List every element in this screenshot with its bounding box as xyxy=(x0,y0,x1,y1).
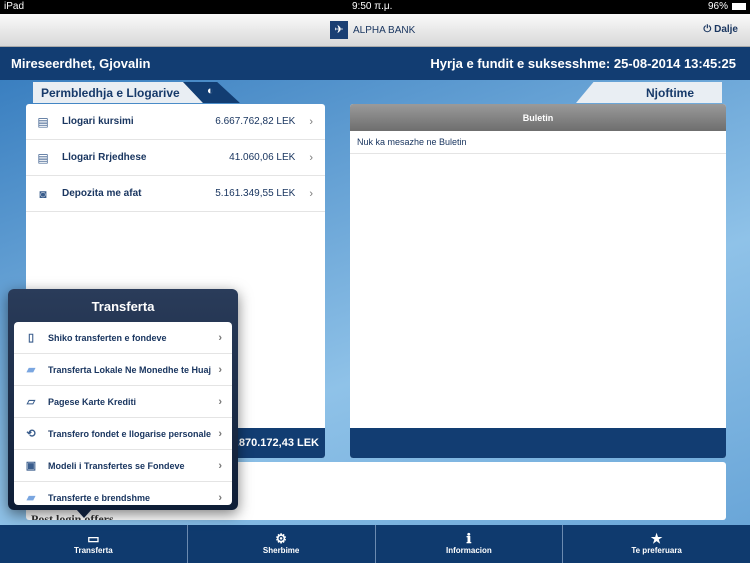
folder-icon: ▰ xyxy=(26,364,36,376)
chevron-right-icon: › xyxy=(309,187,313,200)
power-icon: ⏻ xyxy=(703,24,715,35)
account-row[interactable]: ◙ Depozita me afat 5.161.349,55 LEK › xyxy=(26,176,325,212)
menu-item-label: Pagese Karte Krediti xyxy=(48,396,137,407)
bank-logo: ✈ ALPHA BANK xyxy=(330,21,415,39)
tab-label: Te preferuara xyxy=(631,546,682,555)
offers-title: Post login offers xyxy=(31,512,114,520)
tab-favorites[interactable]: ★ Te preferuara xyxy=(563,525,750,563)
exchange-icon: ⟲ xyxy=(26,428,36,440)
bank-name: ALPHA BANK xyxy=(353,24,416,36)
transfer-icon: ▭ xyxy=(87,531,100,546)
menu-item-label: Transferta Lokale Ne Monedhe te Huaj xyxy=(48,364,212,375)
account-row[interactable]: ▤ Llogari kursimi 6.667.762,82 LEK › xyxy=(26,104,325,140)
transfers-popover: Transferta ▯ Shiko transferten e fondeve ›… xyxy=(8,289,238,510)
gear-icon: ⚙ xyxy=(275,531,287,546)
logout-button[interactable]: ⏻ Dalje xyxy=(703,24,738,35)
account-row[interactable]: ▤ Llogari Rrjedhese 41.060,06 LEK › xyxy=(26,140,325,176)
menu-item[interactable]: ▰ Transferta Lokale Ne Monedhe te Huaj › xyxy=(14,354,232,386)
bulletin-empty: Nuk ka mesazhe ne Buletin xyxy=(350,131,726,154)
folder-icon: ▰ xyxy=(26,492,36,504)
chevron-right-icon: › xyxy=(309,151,313,164)
popover-title: Transferta xyxy=(91,299,155,314)
welcome-bar: Mireseerdhet, Gjovalin Hyrja e fundit e … xyxy=(0,47,750,80)
menu-item[interactable]: ▱ Pagese Karte Krediti › xyxy=(14,386,232,418)
tab-notices[interactable]: Njoftime xyxy=(576,82,722,103)
bulletin-header: Buletin xyxy=(350,104,726,131)
tab-label: Transferta xyxy=(74,546,113,555)
chevron-right-icon: › xyxy=(309,115,313,128)
tab-label: Njoftime xyxy=(646,86,694,100)
menu-item[interactable]: ▯ Shiko transferten e fondeve › xyxy=(14,322,232,354)
menu-item-label: Transferte e brendshme xyxy=(48,492,151,503)
status-bar: iPad 9:50 π.μ. 96% xyxy=(0,0,750,14)
deposit-icon: ◙ xyxy=(39,186,47,201)
menu-item-label: Shiko transferten e fondeve xyxy=(48,332,167,343)
bulletin-footer xyxy=(350,428,726,458)
menu-item[interactable]: ⟲ Transfero fondet e llogarise personale › xyxy=(14,418,232,450)
account-amount: 41.060,06 LEK xyxy=(229,152,296,163)
tab-label: Sherbime xyxy=(262,546,300,555)
credit-card-icon: ▱ xyxy=(26,396,36,408)
savings-icon: ▤ xyxy=(37,114,49,129)
menu-item-label: Modeli i Transfertes se Fondeve xyxy=(48,460,185,471)
account-name: Depozita me afat xyxy=(62,188,142,199)
document-icon: ▯ xyxy=(27,332,35,344)
chevron-right-icon: › xyxy=(218,459,222,472)
account-name: Llogari kursimi xyxy=(62,116,134,127)
chevron-right-icon: › xyxy=(218,427,222,440)
bulletin-panel: Buletin Nuk ka mesazhe ne Buletin xyxy=(350,104,726,458)
clock: 9:50 π.μ. xyxy=(352,1,393,12)
menu-item[interactable]: ▰ Transferte e brendshme › xyxy=(14,482,232,505)
logout-label: Dalje xyxy=(714,24,738,35)
menu-item[interactable]: ▣ Modeli i Transfertes se Fondeve › xyxy=(14,450,232,482)
app-header: ✈ ALPHA BANK ⏻ Dalje xyxy=(0,14,750,47)
battery-icon xyxy=(732,3,746,10)
welcome-text: Mireseerdhet, Gjovalin xyxy=(11,56,151,71)
tab-services[interactable]: ⚙ Sherbime xyxy=(188,525,376,563)
chevron-right-icon: › xyxy=(218,491,222,504)
tab-information[interactable]: ℹ Informacion xyxy=(376,525,564,563)
tab-label: Informacion xyxy=(445,546,492,555)
current-account-icon: ▤ xyxy=(37,150,49,165)
popover-menu: ▯ Shiko transferten e fondeve › ▰ Transfert… xyxy=(14,322,232,505)
chevron-right-icon: › xyxy=(218,395,222,408)
tab-transfers[interactable]: ▭ Transferta xyxy=(0,525,188,563)
chevron-right-icon: › xyxy=(218,331,222,344)
menu-item-label: Transfero fondet e llogarise personale xyxy=(48,428,212,439)
popover-arrow xyxy=(76,509,92,518)
battery-level: 96% xyxy=(707,1,728,12)
account-amount: 6.667.762,82 LEK xyxy=(215,116,296,127)
floppy-disk-icon: ▣ xyxy=(25,460,37,472)
device-name: iPad xyxy=(4,1,25,12)
tab-bar: ▭ Transferta ⚙ Sherbime ℹ Informacion ★ Te p… xyxy=(0,525,750,563)
chevron-right-icon: › xyxy=(218,363,222,376)
logo-icon: ✈ xyxy=(330,21,348,39)
star-icon: ★ xyxy=(650,531,663,546)
info-icon: ℹ xyxy=(466,531,472,546)
last-login: Hyrja e fundit e suksesshme: 25-08-2014 … xyxy=(430,56,736,71)
tab-label: Permbledhja e Llogarive xyxy=(41,86,180,100)
account-amount: 5.161.349,55 LEK xyxy=(215,188,296,199)
account-name: Llogari Rrjedhese xyxy=(62,152,147,163)
